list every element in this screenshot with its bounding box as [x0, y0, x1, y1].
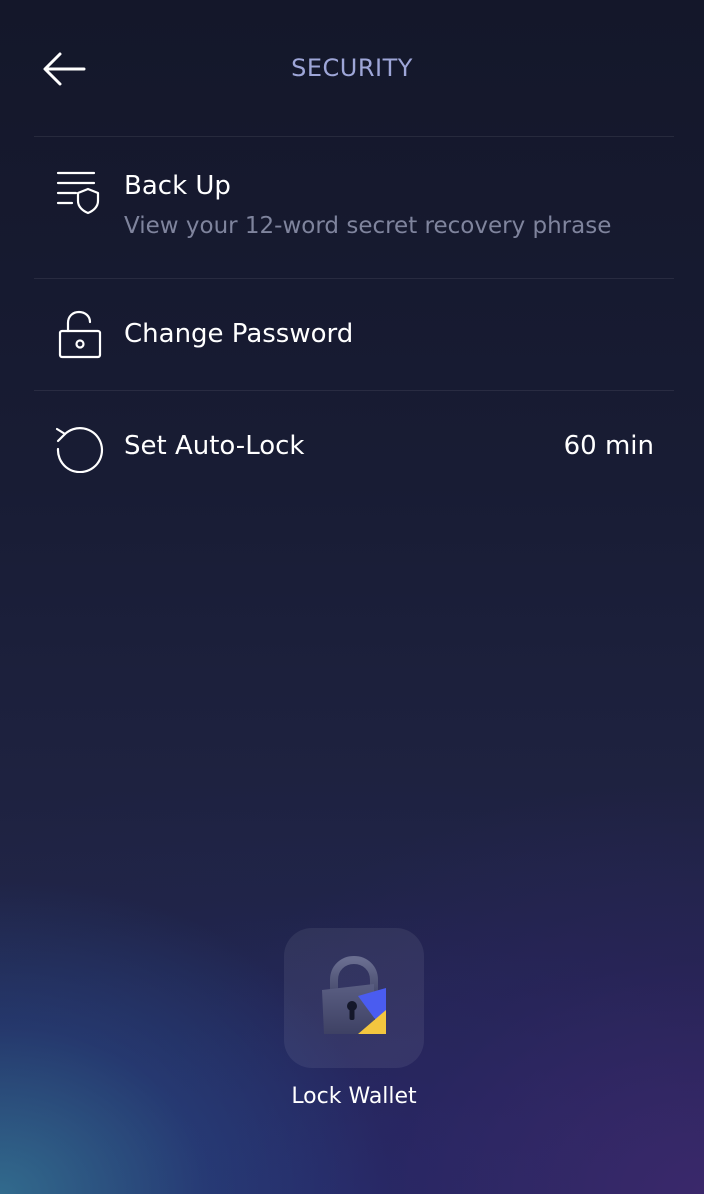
auto-lock-item[interactable]: Set Auto-Lock 60 min [34, 391, 674, 502]
lock-wallet-tile [284, 928, 424, 1068]
auto-lock-label: Set Auto-Lock [124, 431, 305, 461]
backup-label: Back Up [124, 171, 231, 201]
rotate-left-icon [54, 421, 106, 473]
unlocked-padlock-icon [54, 309, 106, 361]
auto-lock-value: 60 min [563, 431, 654, 461]
page-title: SECURITY [291, 54, 413, 82]
lock-wallet-button[interactable]: Lock Wallet [272, 928, 436, 1118]
lock-wallet-icon [322, 956, 386, 1034]
lock-wallet-label: Lock Wallet [291, 1084, 417, 1109]
backup-item[interactable]: Back Up View your 12-word secret recover… [34, 137, 674, 278]
header: SECURITY [0, 0, 704, 136]
backup-description: View your 12-word secret recovery phrase [124, 213, 612, 239]
change-password-item[interactable]: Change Password [34, 279, 674, 390]
list-shield-icon [54, 167, 106, 219]
change-password-label: Change Password [124, 319, 354, 349]
